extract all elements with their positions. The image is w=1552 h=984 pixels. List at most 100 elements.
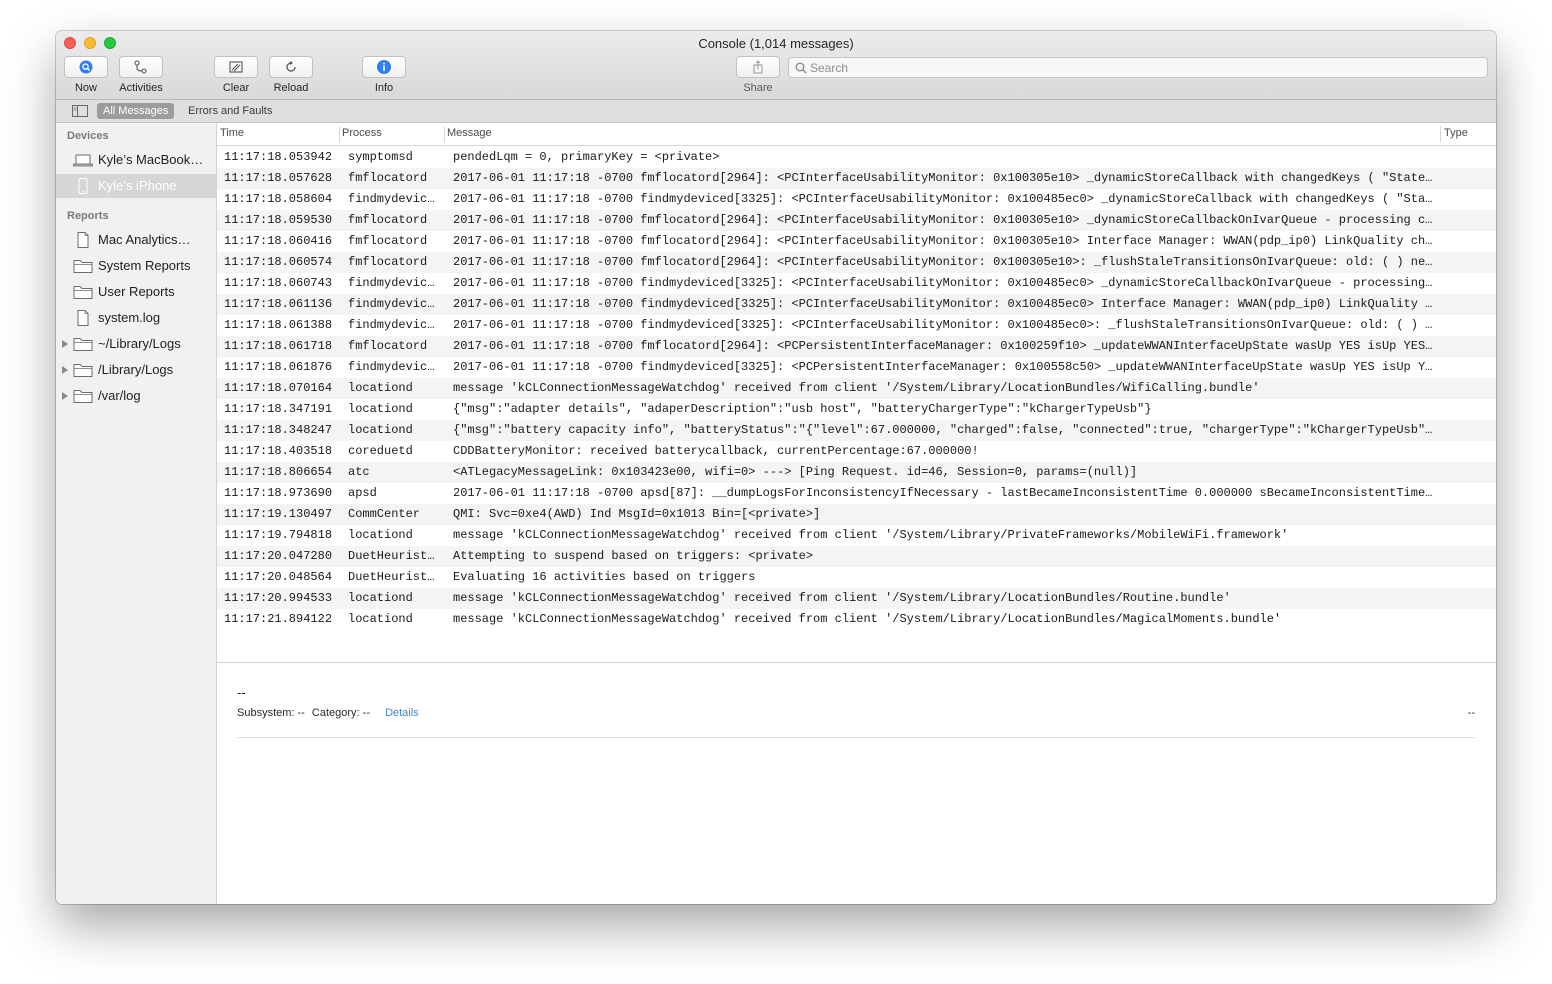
sidebar-item-mac-analytics[interactable]: Mac Analytics… (56, 228, 216, 252)
table-row[interactable]: 11:17:20.047280 DuetHeuristi… Attempting t… (217, 546, 1496, 567)
table-row[interactable]: 11:17:18.061718 fmflocatord 2017-06-01 11:… (217, 336, 1496, 357)
column-divider[interactable] (444, 126, 445, 142)
details-link[interactable]: Details (385, 707, 419, 719)
table-row[interactable]: 11:17:18.061388 findmydeviced 2017-06-01 1… (217, 315, 1496, 336)
process-cell: DuetHeuristi… (348, 570, 440, 584)
time-cell: 11:17:20.994533 (224, 591, 333, 605)
console-window: Console (1,014 messages) Now Activities (56, 31, 1496, 904)
column-divider[interactable] (339, 126, 340, 142)
table-row[interactable]: 11:17:18.057628 fmflocatord 2017-06-01 11:… (217, 168, 1496, 189)
info-button[interactable] (362, 56, 406, 78)
message-cell: <ATLegacyMessageLink: 0x103423e00, wifi=… (453, 465, 1138, 479)
sidebar-item-user-reports[interactable]: User Reports (56, 280, 216, 304)
message-cell: 2017-06-01 11:17:18 -0700 fmflocatord[29… (453, 234, 1433, 248)
time-cell: 11:17:18.061718 (224, 339, 333, 353)
reload-label: Reload (273, 82, 309, 94)
message-cell: message 'kCLConnectionMessageWatchdog' r… (453, 528, 1289, 542)
process-cell: locationd (348, 528, 413, 542)
scope-all-messages[interactable]: All Messages (97, 103, 175, 119)
process-cell: fmflocatord (348, 213, 428, 227)
table-row[interactable]: 11:17:21.894122 locationd message 'kCLConn… (217, 609, 1496, 630)
process-cell: fmflocatord (348, 255, 428, 269)
column-header-process[interactable]: Process (342, 127, 382, 139)
detail-right-value: -- (1467, 707, 1475, 719)
table-row[interactable]: 11:17:18.053942 symptomsd pendedLqm = 0, p… (217, 147, 1496, 168)
disclosure-triangle-icon[interactable] (62, 366, 68, 374)
table-row[interactable]: 11:17:19.794818 locationd message 'kCLConn… (217, 525, 1496, 546)
process-cell: locationd (348, 612, 413, 626)
table-row[interactable]: 11:17:19.130497 CommCenter QMI: Svc=0xe4(A… (217, 504, 1496, 525)
process-cell: findmydeviced (348, 297, 440, 311)
detail-meta: Subsystem: -- Category: -- Details (237, 707, 423, 719)
now-button[interactable] (64, 56, 108, 78)
sidebar-item-user-library-logs[interactable]: ~/Library/Logs (56, 332, 216, 356)
sidebar-item-system-reports[interactable]: System Reports (56, 254, 216, 278)
table-row[interactable]: 11:17:18.973690 apsd 2017-06-01 11:17:18 -… (217, 483, 1496, 504)
log-table-body: 11:17:18.053942 symptomsd pendedLqm = 0, p… (217, 147, 1496, 630)
disclosure-triangle-icon[interactable] (62, 340, 68, 348)
process-cell: atc (348, 465, 370, 479)
share-button[interactable] (736, 56, 780, 78)
process-cell: DuetHeuristi… (348, 549, 440, 563)
table-row[interactable]: 11:17:20.048564 DuetHeuristi… Evaluating 1… (217, 567, 1496, 588)
sidebar-toggle-icon[interactable] (72, 105, 88, 117)
table-row[interactable]: 11:17:18.060416 fmflocatord 2017-06-01 11:… (217, 231, 1496, 252)
message-cell: 2017-06-01 11:17:18 -0700 fmflocatord[29… (453, 213, 1433, 227)
table-row[interactable]: 11:17:18.058604 findmydeviced 2017-06-01 1… (217, 189, 1496, 210)
sidebar-item-var-log[interactable]: /var/log (56, 384, 216, 408)
time-cell: 11:17:18.058604 (224, 192, 333, 206)
scope-errors-and-faults[interactable]: Errors and Faults (182, 103, 278, 119)
sidebar-item-label: System Reports (98, 258, 191, 273)
table-row[interactable]: 11:17:18.060574 fmflocatord 2017-06-01 11:… (217, 252, 1496, 273)
message-cell: {"msg":"adapter details", "adaperDescrip… (453, 402, 1152, 416)
table-row[interactable]: 11:17:20.994533 locationd message 'kCLConn… (217, 588, 1496, 609)
document-icon (77, 310, 89, 326)
detail-category: Category: -- (311, 707, 370, 719)
log-content: Time Process Message Type 11:17:18.05394… (217, 123, 1496, 904)
clear-icon (229, 61, 243, 73)
time-cell: 11:17:18.060574 (224, 255, 333, 269)
table-row[interactable]: 11:17:18.060743 findmydeviced 2017-06-01 1… (217, 273, 1496, 294)
process-cell: CommCenter (348, 507, 421, 521)
activities-button[interactable] (119, 56, 163, 78)
process-cell: findmydeviced (348, 276, 440, 290)
process-cell: locationd (348, 402, 413, 416)
sidebar: Devices Kyle’s MacBook… Kyle’s iPhone Re… (56, 123, 217, 904)
sidebar-item-macbook[interactable]: Kyle’s MacBook… (56, 148, 216, 172)
table-row[interactable]: 11:17:18.059530 fmflocatord 2017-06-01 11:… (217, 210, 1496, 231)
search-input[interactable] (810, 60, 1470, 75)
sidebar-item-iphone[interactable]: Kyle’s iPhone (56, 174, 216, 198)
reload-icon (286, 61, 296, 72)
table-row[interactable]: 11:17:18.806654 atc <ATLegacyMessageLink: … (217, 462, 1496, 483)
time-cell: 11:17:18.973690 (224, 486, 333, 500)
folder-icon (73, 390, 93, 403)
table-row[interactable]: 11:17:18.061136 findmydeviced 2017-06-01 1… (217, 294, 1496, 315)
sidebar-item-label: User Reports (98, 284, 175, 299)
column-header-message[interactable]: Message (447, 127, 492, 139)
time-cell: 11:17:18.061876 (224, 360, 333, 374)
detail-pane-divider[interactable] (217, 662, 1496, 663)
table-row[interactable]: 11:17:18.347191 locationd {"msg":"adapter … (217, 399, 1496, 420)
clear-button[interactable] (214, 56, 258, 78)
folder-icon (73, 286, 93, 299)
process-cell: coreduetd (348, 444, 413, 458)
column-divider[interactable] (1440, 126, 1441, 142)
sidebar-item-label: Mac Analytics… (98, 232, 191, 247)
table-header: Time Process Message Type (217, 123, 1496, 146)
column-header-type[interactable]: Type (1444, 127, 1468, 139)
search-field[interactable] (788, 57, 1488, 78)
detail-subsystem: Subsystem: -- (237, 707, 305, 719)
sidebar-item-system-log[interactable]: system.log (56, 306, 216, 330)
sidebar-item-library-logs[interactable]: /Library/Logs (56, 358, 216, 382)
disclosure-triangle-icon[interactable] (62, 392, 68, 400)
process-cell: locationd (348, 423, 413, 437)
table-row[interactable]: 11:17:18.403518 coreduetd CDDBatteryMonito… (217, 441, 1496, 462)
table-row[interactable]: 11:17:18.061876 findmydeviced 2017-06-01 1… (217, 357, 1496, 378)
laptop-icon (73, 154, 93, 167)
reload-button[interactable] (269, 56, 313, 78)
table-row[interactable]: 11:17:18.348247 locationd {"msg":"battery … (217, 420, 1496, 441)
column-header-time[interactable]: Time (220, 127, 244, 139)
table-row[interactable]: 11:17:18.070164 locationd message 'kCLConn… (217, 378, 1496, 399)
info-label: Info (374, 82, 394, 94)
iphone-icon (78, 178, 88, 194)
